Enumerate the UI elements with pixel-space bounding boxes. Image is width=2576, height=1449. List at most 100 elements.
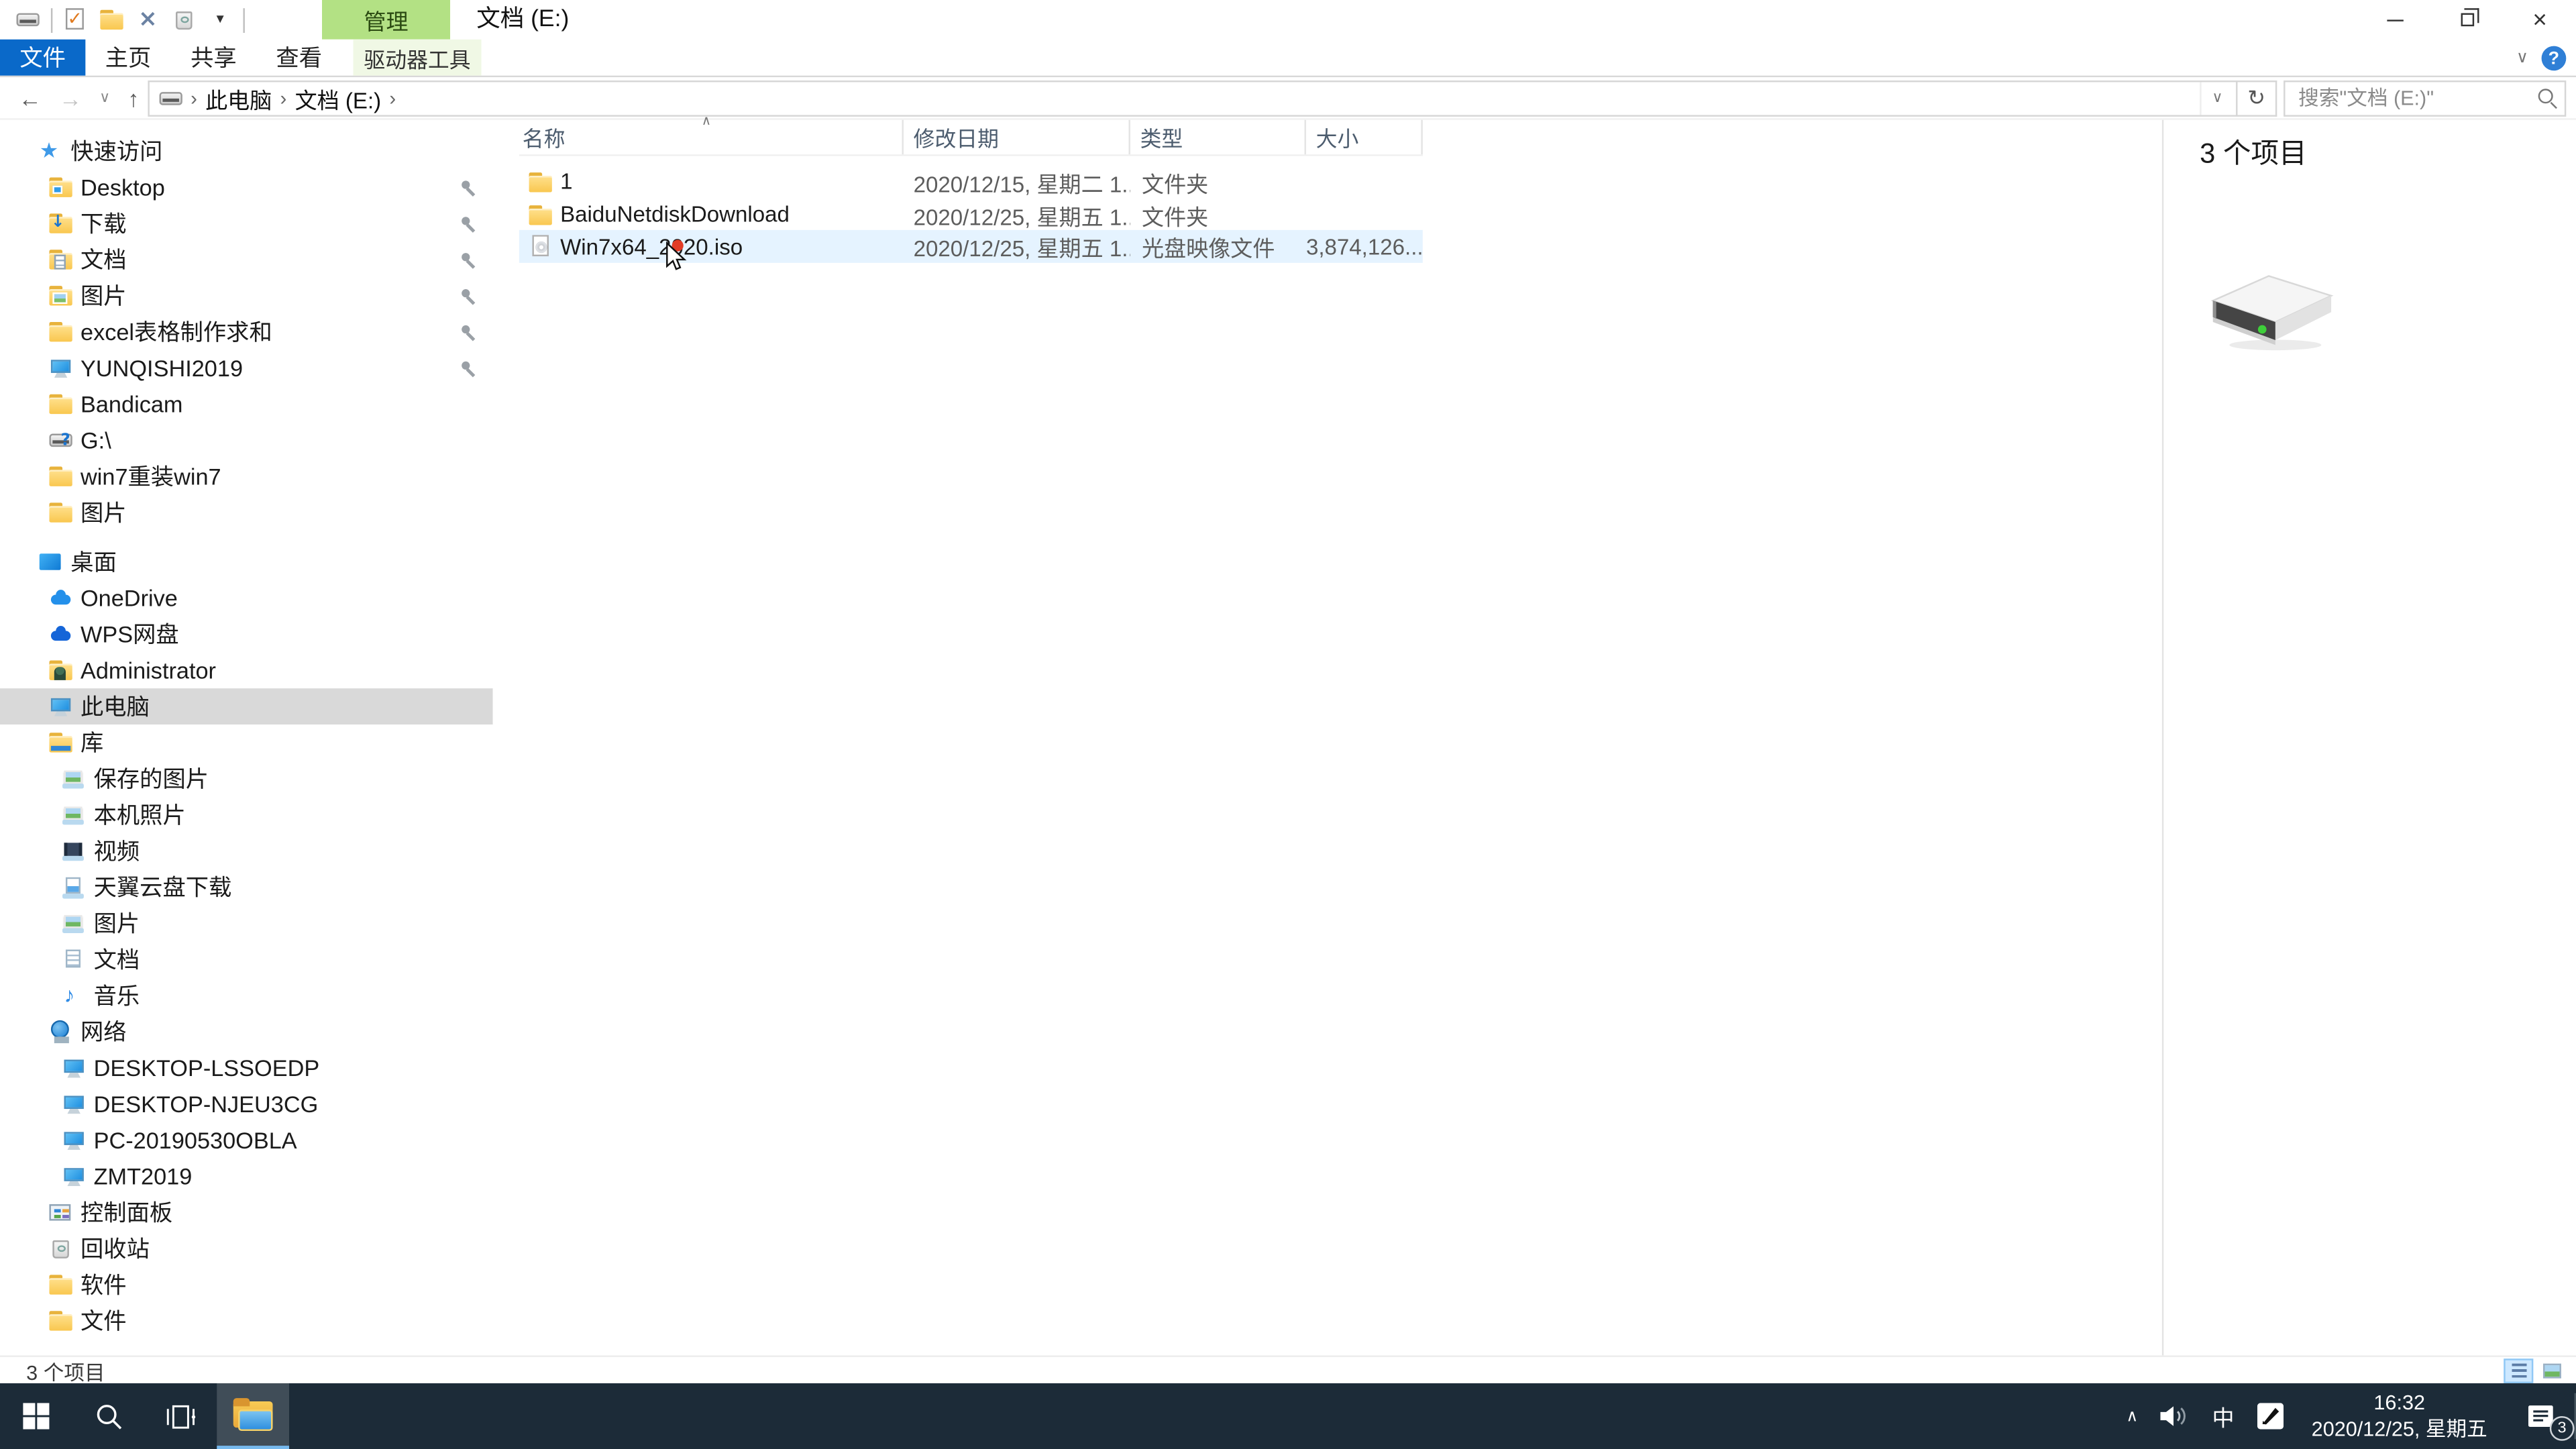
column-header-name[interactable]: 名称 ∧ — [519, 113, 904, 155]
library-video-icon — [62, 839, 85, 862]
file-size-cell: 3,874,126... — [1305, 234, 1423, 260]
qat-properties-button[interactable]: ✓ — [58, 1, 94, 38]
address-dropdown-icon[interactable]: ∨ — [2200, 81, 2233, 115]
sidebar-item-label: G:\ — [80, 427, 111, 453]
tab-home[interactable]: 主页 — [85, 40, 170, 76]
up-button[interactable]: ↑ — [127, 87, 139, 109]
restore-icon — [2461, 8, 2479, 27]
sidebar-item-camera-roll[interactable]: 本机照片 — [0, 797, 493, 833]
sidebar-item-lib-documents[interactable]: 文档 — [0, 941, 493, 977]
sidebar-item-this-pc[interactable]: 此电脑 — [0, 688, 493, 725]
sidebar-item-onedrive[interactable]: OneDrive — [0, 580, 493, 616]
search-icon — [96, 1403, 121, 1429]
sidebar-item-label: 下载 — [80, 210, 127, 237]
sidebar-item-files[interactable]: 文件 — [0, 1303, 493, 1339]
qat-customize-button[interactable]: ▾ — [202, 1, 238, 38]
help-icon[interactable]: ? — [2541, 46, 2567, 71]
column-header-size[interactable]: 大小 — [1306, 119, 1423, 155]
details-view-button[interactable] — [2504, 1358, 2534, 1383]
qat-new-folder-button[interactable] — [94, 1, 130, 38]
qat-recycle-bin-button[interactable] — [166, 1, 202, 38]
pin-icon — [460, 288, 478, 306]
sidebar-item-pictures[interactable]: 图片 — [0, 278, 493, 314]
search-input[interactable] — [2295, 85, 2537, 111]
refresh-button[interactable]: ↻ — [2237, 79, 2277, 116]
contextual-tab-manage[interactable]: 管理 — [322, 0, 451, 40]
preview-pane: 3 个项目 — [2163, 120, 2576, 1356]
sidebar-item-lib-pictures[interactable]: 图片 — [0, 905, 493, 941]
sidebar-item-desktop-njeu3cg[interactable]: DESKTOP-NJEU3CG — [0, 1086, 493, 1122]
sidebar-item-g-drive[interactable]: ? G:\ — [0, 422, 493, 458]
start-button[interactable] — [0, 1383, 72, 1449]
sidebar-item-win7-folder[interactable]: win7重装win7 — [0, 458, 493, 494]
sidebar-item-libraries[interactable]: 库 — [0, 724, 493, 761]
hidden-icons-button[interactable]: ∧ — [2114, 1383, 2149, 1449]
pen-ime-button[interactable] — [2246, 1383, 2295, 1449]
restore-button[interactable] — [2431, 0, 2504, 40]
search-icon[interactable] — [2536, 87, 2558, 109]
sidebar-item-recycle-bin[interactable]: 回收站 — [0, 1230, 493, 1267]
file-name-cell: 1 — [519, 170, 904, 195]
column-header-label: 修改日期 — [913, 126, 1000, 152]
column-header-date-modified[interactable]: 修改日期 — [904, 119, 1130, 155]
sidebar-item-bandicam[interactable]: Bandicam — [0, 386, 493, 423]
sidebar-item-label: 图片 — [80, 282, 127, 309]
file-row-folder-1[interactable]: 1 2020/12/15, 星期二 1... 文件夹 — [519, 166, 1423, 198]
sidebar-item-desktop-lssoedp[interactable]: DESKTOP-LSSOEDP — [0, 1050, 493, 1086]
ime-indicator[interactable]: 中 — [2200, 1383, 2245, 1449]
taskbar-search-button[interactable] — [72, 1383, 145, 1449]
action-center-button[interactable]: 3 — [2504, 1383, 2576, 1449]
qat-window-icon-button[interactable] — [10, 1, 46, 38]
tab-view[interactable]: 查看 — [256, 40, 341, 76]
status-item-count: 3 个项目 — [26, 1360, 105, 1385]
folder-icon — [49, 1273, 72, 1296]
sidebar-item-network[interactable]: 网络 — [0, 1014, 493, 1050]
column-header-type[interactable]: 类型 — [1130, 119, 1306, 155]
sidebar-item-pictures-2[interactable]: 图片 — [0, 494, 493, 531]
address-bar[interactable]: › 此电脑 › 文档 (E:) › ∨ — [148, 79, 2238, 116]
expand-ribbon-icon[interactable]: ∨ — [2516, 49, 2528, 67]
volume-button[interactable] — [2149, 1383, 2200, 1449]
recent-locations-icon[interactable]: ∨ — [99, 89, 110, 105]
breadcrumb-item[interactable]: 此电脑 — [201, 81, 277, 114]
task-view-button[interactable] — [145, 1383, 217, 1449]
sidebar-item-music[interactable]: 音乐 — [0, 977, 493, 1014]
sidebar-item-control-panel[interactable]: 控制面板 — [0, 1194, 493, 1230]
sidebar-item-yunqishi2019[interactable]: YUNQISHI2019 — [0, 350, 493, 386]
file-name-label: 1 — [560, 170, 573, 195]
folder-desktop-icon — [49, 176, 72, 199]
tab-file[interactable]: 文件 — [0, 39, 86, 76]
sidebar-item-software[interactable]: 软件 — [0, 1267, 493, 1303]
file-row-baidunetdiskdownload[interactable]: BaiduNetdiskDownload 2020/12/25, 星期五 1...… — [519, 199, 1423, 231]
sidebar-item-pc-20190530obla[interactable]: PC-20190530OBLA — [0, 1122, 493, 1159]
qat-delete-button[interactable]: × — [129, 1, 166, 38]
onedrive-cloud-icon — [49, 586, 72, 609]
close-button[interactable]: × — [2504, 0, 2576, 40]
thumbnails-view-button[interactable] — [2536, 1358, 2566, 1383]
sidebar-item-documents[interactable]: 文档 — [0, 241, 493, 278]
sidebar-item-saved-pictures[interactable]: 保存的图片 — [0, 761, 493, 797]
delete-x-icon: × — [138, 6, 158, 33]
minimize-button[interactable] — [2359, 0, 2432, 40]
sidebar-item-zmt2019[interactable]: ZMT2019 — [0, 1159, 493, 1195]
file-row-win7x64-2020-iso[interactable]: Win7x64_2020.iso 2020/12/25, 星期五 1... 光盘映像… — [519, 230, 1423, 263]
taskbar-file-explorer-button[interactable] — [217, 1383, 290, 1449]
sidebar-item-quick-access[interactable]: 快速访问 — [0, 133, 493, 169]
desktop-screen: ✓ × ▾ 管理 文档 (E:) × 文件 主页 共享 查看 驱动器工具 ∨ ? ← → — [0, 0, 2576, 1449]
sidebar-item-tianyi-cloud-download[interactable]: 天翼云盘下载 — [0, 869, 493, 906]
sidebar-item-excel-folder[interactable]: excel表格制作求和 — [0, 314, 493, 350]
forward-button[interactable]: → — [59, 87, 82, 109]
breadcrumb-item[interactable]: 文档 (E:) — [290, 81, 386, 114]
sidebar-item-label: 文件 — [80, 1307, 127, 1334]
sidebar-item-administrator[interactable]: Administrator — [0, 652, 493, 688]
sidebar-item-wps-cloud[interactable]: WPS网盘 — [0, 616, 493, 652]
sidebar-item-downloads[interactable]: ↓ 下载 — [0, 205, 493, 241]
sidebar-item-desktop-pinned[interactable]: Desktop — [0, 169, 493, 205]
sidebar-item-desktop-root[interactable]: 桌面 — [0, 544, 493, 580]
sidebar-item-videos[interactable]: 视频 — [0, 833, 493, 869]
tab-drive-tools[interactable]: 驱动器工具 — [353, 39, 482, 76]
taskbar-clock[interactable]: 16:32 2020/12/25, 星期五 — [2295, 1383, 2504, 1449]
back-button[interactable]: ← — [19, 87, 42, 109]
sidebar-item-label: 文档 — [80, 246, 127, 273]
tab-share[interactable]: 共享 — [171, 40, 256, 76]
